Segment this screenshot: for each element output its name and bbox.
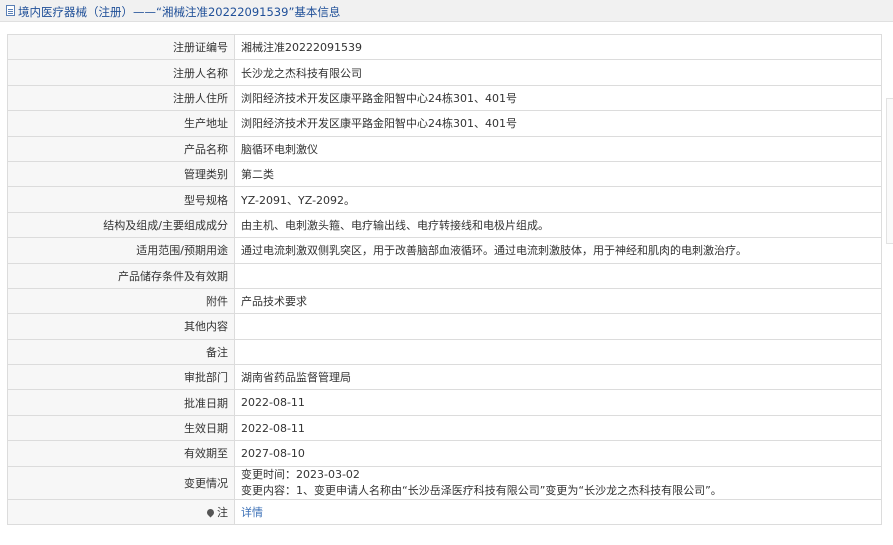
row-value: 2022-08-11 <box>234 414 882 442</box>
details-link[interactable]: 详情 <box>241 506 263 519</box>
row-value <box>234 313 882 340</box>
table-row: 注册证编号 湘械注准20222091539 <box>7 33 882 61</box>
table-row: 注册人名称 长沙龙之杰科技有限公司 <box>7 59 882 86</box>
row-label: 批准日期 <box>7 389 235 416</box>
table-row: 产品名称 脑循环电刺激仪 <box>7 135 882 162</box>
table-row: 附件 产品技术要求 <box>7 287 882 315</box>
table-row: 其他内容 <box>7 313 882 340</box>
document-icon <box>6 5 15 16</box>
table-row: 备注 <box>7 338 882 366</box>
table-row: 适用范围/预期用途 通过电流刺激双侧乳突区，用于改善脑部血液循环。通过电流刺激肢体… <box>7 237 882 264</box>
note-label: 注 <box>217 505 228 519</box>
change-content: 变更内容：1、变更申请人名称由“长沙岳泽医疗科技有限公司”变更为“长沙龙之杰科技… <box>241 483 722 497</box>
row-label: 注册人名称 <box>7 59 235 86</box>
change-label: 变更情况 <box>7 465 235 500</box>
table-row: 审批部门 湖南省药品监督管理局 <box>7 364 882 391</box>
row-value: 湘械注准20222091539 <box>234 33 882 61</box>
row-value: 浏阳经济技术开发区康平路金阳智中心24栋301、401号 <box>234 84 882 112</box>
table-row: 注册人住所 浏阳经济技术开发区康平路金阳智中心24栋301、401号 <box>7 84 882 112</box>
row-label: 有效期至 <box>7 440 235 467</box>
table-row: 有效期至 2027-08-10 <box>7 440 882 467</box>
row-value: 第二类 <box>234 160 882 188</box>
row-value <box>234 262 882 289</box>
info-table: 注册证编号 湘械注准20222091539 注册人名称 长沙龙之杰科技有限公司 注册… <box>7 33 882 526</box>
row-value: 湖南省药品监督管理局 <box>234 364 882 391</box>
row-label: 管理类别 <box>7 160 235 188</box>
info-table-container: 注册证编号 湘械注准20222091539 注册人名称 长沙龙之杰科技有限公司 注册… <box>7 33 882 526</box>
row-label: 型号规格 <box>7 186 235 213</box>
row-value: 产品技术要求 <box>234 287 882 315</box>
table-row: 型号规格 YZ-2091、YZ-2092。 <box>7 186 882 213</box>
row-value: 由主机、电刺激头箍、电疗输出线、电疗转接线和电极片组成。 <box>234 211 882 239</box>
row-label: 产品名称 <box>7 135 235 162</box>
row-value: 长沙龙之杰科技有限公司 <box>234 59 882 86</box>
row-value <box>234 338 882 366</box>
note-label-cell: 注 <box>7 498 235 526</box>
row-label: 其他内容 <box>7 313 235 340</box>
row-value: 2022-08-11 <box>234 389 882 416</box>
table-row: 产品储存条件及有效期 <box>7 262 882 289</box>
note-value: 详情 <box>234 498 882 526</box>
row-label: 注册人住所 <box>7 84 235 112</box>
row-label: 审批部门 <box>7 364 235 391</box>
note-row: 注 详情 <box>7 498 882 526</box>
row-label: 附件 <box>7 287 235 315</box>
table-row: 生效日期 2022-08-11 <box>7 414 882 442</box>
row-label: 注册证编号 <box>7 33 235 61</box>
page-header: 境内医疗器械（注册）——“湘械注准20222091539”基本信息 <box>0 0 893 22</box>
row-value: 脑循环电刺激仪 <box>234 135 882 162</box>
row-label: 生效日期 <box>7 414 235 442</box>
row-value: YZ-2091、YZ-2092。 <box>234 186 882 213</box>
row-value: 通过电流刺激双侧乳突区，用于改善脑部血液循环。通过电流刺激肢体，用于神经和肌肉的… <box>234 237 882 264</box>
change-time: 变更时间：2023-03-02 <box>241 467 360 481</box>
side-scroll-tab[interactable] <box>886 98 893 244</box>
table-row: 管理类别 第二类 <box>7 160 882 188</box>
row-value: 浏阳经济技术开发区康平路金阳智中心24栋301、401号 <box>234 110 882 137</box>
table-row: 批准日期 2022-08-11 <box>7 389 882 416</box>
row-label: 适用范围/预期用途 <box>7 237 235 264</box>
page-title: 境内医疗器械（注册）——“湘械注准20222091539”基本信息 <box>18 5 341 19</box>
row-label: 备注 <box>7 338 235 366</box>
row-label: 结构及组成/主要组成成分 <box>7 211 235 239</box>
change-row: 变更情况 变更时间：2023-03-02 变更内容：1、变更申请人名称由“长沙岳… <box>7 465 882 500</box>
pin-icon <box>205 507 216 518</box>
table-row: 结构及组成/主要组成成分 由主机、电刺激头箍、电疗输出线、电疗转接线和电极片组成。 <box>7 211 882 239</box>
row-label: 产品储存条件及有效期 <box>7 262 235 289</box>
change-value: 变更时间：2023-03-02 变更内容：1、变更申请人名称由“长沙岳泽医疗科技… <box>234 465 882 500</box>
table-row: 生产地址 浏阳经济技术开发区康平路金阳智中心24栋301、401号 <box>7 110 882 137</box>
row-value: 2027-08-10 <box>234 440 882 467</box>
row-label: 生产地址 <box>7 110 235 137</box>
